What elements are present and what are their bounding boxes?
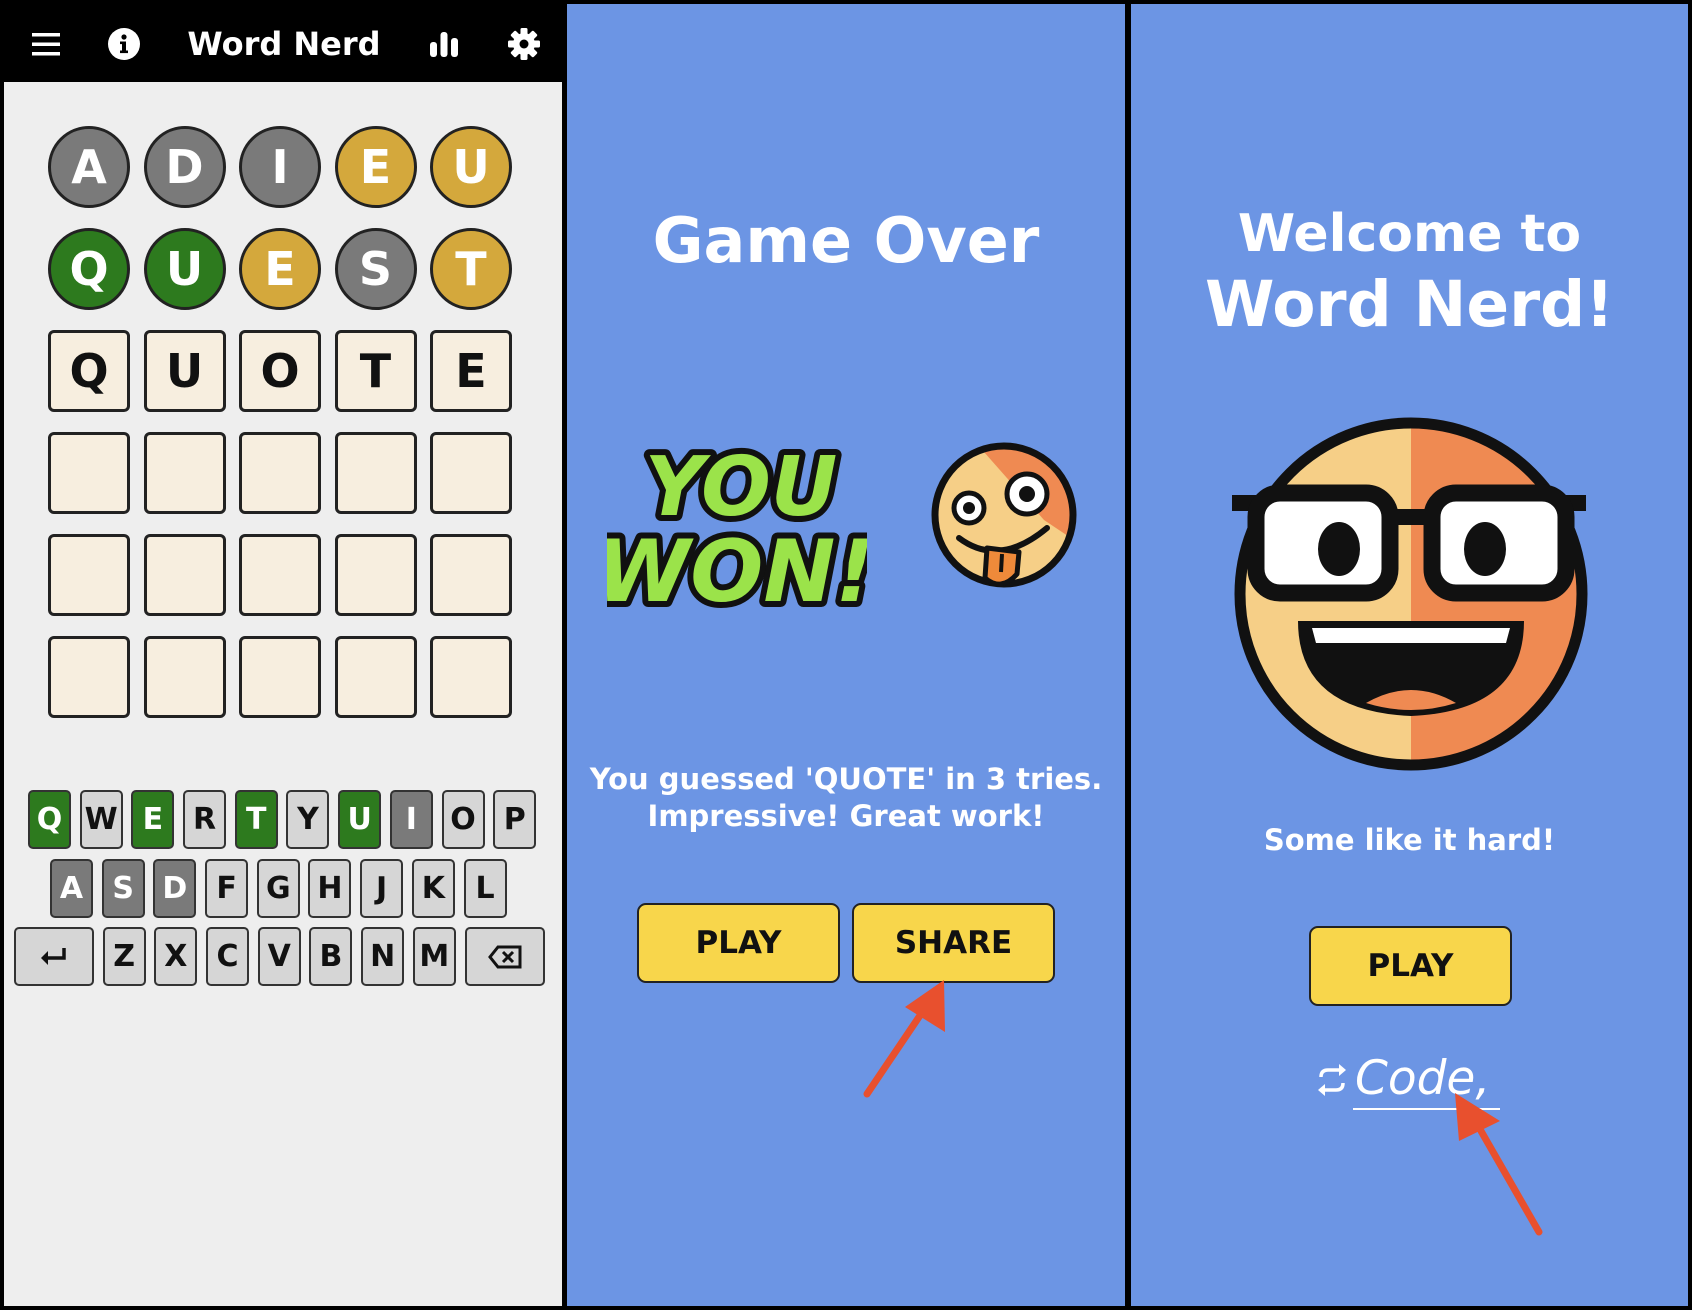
sticker-line-2: WON! <box>607 522 867 619</box>
enter-key[interactable] <box>14 927 94 986</box>
letter-tile: D <box>143 126 226 208</box>
letter-tile: U <box>430 126 512 208</box>
key-k[interactable]: K <box>411 859 455 918</box>
keyboard-row: QWERTYUIOP <box>28 790 545 849</box>
keyboard-row: ZXCVBNM <box>14 927 553 986</box>
letter-tile <box>334 432 417 514</box>
letter-tile: T <box>430 228 512 310</box>
welcome-title-line-1: Welcome to <box>1237 204 1582 264</box>
key-a[interactable]: A <box>50 859 93 918</box>
letter-tile <box>334 636 417 718</box>
info-icon[interactable] <box>104 24 144 64</box>
refresh-icon <box>1318 1064 1346 1096</box>
enter-icon <box>39 946 69 968</box>
menu-icon[interactable] <box>26 24 66 64</box>
app-title: Word Nerd <box>187 25 381 63</box>
silly-face-icon <box>931 442 1077 588</box>
key-x[interactable]: X <box>154 927 198 986</box>
board-row: ADIEU <box>48 126 526 228</box>
key-o[interactable]: O <box>441 790 485 849</box>
annotation-arrow <box>1455 1093 1543 1236</box>
play-button[interactable]: PLAY <box>637 903 840 983</box>
welcome-title-line-2: Word Nerd! <box>1205 268 1614 341</box>
game-panel: Word Nerd ADIEUQUESTQUOTE Q W E R T Y U … <box>4 4 562 1306</box>
letter-tile: A <box>48 126 130 208</box>
key-r[interactable]: R <box>183 790 227 849</box>
letter-tile <box>334 534 417 616</box>
key-w[interactable]: W <box>79 790 123 849</box>
you-won-sticker: YOU YOU WON! WON! <box>607 434 867 619</box>
letter-tile <box>48 432 130 514</box>
board-row <box>48 534 526 636</box>
settings-icon[interactable] <box>504 24 544 64</box>
share-button[interactable]: SHARE <box>852 903 1055 983</box>
key-d[interactable]: D <box>153 859 197 918</box>
tagline: Some like it hard! <box>1263 823 1556 857</box>
key-b[interactable]: B <box>309 927 353 986</box>
letter-tile: Q <box>48 330 130 412</box>
keyboard-row: ASDFGHJKL <box>50 859 515 918</box>
board-row: QUEST <box>48 228 526 330</box>
annotation-arrow <box>863 980 945 1098</box>
letter-tile: Q <box>48 228 130 310</box>
letter-tile <box>48 534 130 616</box>
game-over-title: Game Over <box>652 204 1040 277</box>
key-m[interactable]: M <box>412 927 456 986</box>
letter-tile <box>48 636 130 718</box>
key-t[interactable]: T <box>234 790 278 849</box>
key-q[interactable]: Q <box>28 790 71 849</box>
letter-tile: U <box>143 330 226 412</box>
key-i[interactable]: I <box>389 790 433 849</box>
result-message-line-1: You guessed 'QUOTE' in 3 tries. <box>589 762 1103 796</box>
letter-tile <box>430 432 512 514</box>
key-p[interactable]: P <box>493 790 537 849</box>
letter-tile: U <box>143 228 226 310</box>
key-z[interactable]: Z <box>102 927 146 986</box>
key-s[interactable]: S <box>101 859 145 918</box>
board-row <box>48 636 526 738</box>
letter-tile: S <box>334 228 417 310</box>
letter-tile: E <box>239 228 321 310</box>
letter-tile: E <box>334 126 417 208</box>
key-l[interactable]: L <box>463 859 507 918</box>
letter-tile: I <box>239 126 321 208</box>
play-button[interactable]: PLAY <box>1309 926 1512 1006</box>
backspace-key[interactable] <box>464 927 545 986</box>
backspace-icon <box>487 945 522 969</box>
key-n[interactable]: N <box>361 927 405 986</box>
guess-board: ADIEUQUESTQUOTE <box>48 126 526 738</box>
game-over-panel: Game Over YOU YOU WON! WON! You guessed … <box>567 4 1125 1306</box>
letter-tile <box>430 534 512 616</box>
letter-tile <box>430 636 512 718</box>
board-row <box>48 432 526 534</box>
top-bar: Word Nerd <box>4 4 562 82</box>
key-j[interactable]: J <box>360 859 404 918</box>
letter-tile <box>239 636 321 718</box>
nerd-face-icon <box>1232 417 1588 771</box>
key-y[interactable]: Y <box>286 790 330 849</box>
key-v[interactable]: V <box>257 927 301 986</box>
result-message-line-2: Impressive! Great work! <box>647 799 1045 833</box>
key-f[interactable]: F <box>205 859 249 918</box>
key-c[interactable]: C <box>206 927 250 986</box>
key-g[interactable]: G <box>256 859 300 918</box>
letter-tile: T <box>334 330 417 412</box>
letter-tile <box>143 636 226 718</box>
letter-tile: E <box>430 330 512 412</box>
key-e[interactable]: E <box>131 790 175 849</box>
letter-tile: O <box>239 330 321 412</box>
board-row: QUOTE <box>48 330 526 432</box>
sticker-line-1: YOU <box>645 440 838 535</box>
letter-tile <box>239 534 321 616</box>
welcome-panel: Welcome to Word Nerd! Some like it hard!… <box>1131 4 1688 1306</box>
key-h[interactable]: H <box>308 859 352 918</box>
letter-tile <box>143 432 226 514</box>
key-u[interactable]: U <box>338 790 382 849</box>
letter-tile <box>239 432 321 514</box>
letter-tile <box>143 534 226 616</box>
stats-icon[interactable] <box>424 24 464 64</box>
